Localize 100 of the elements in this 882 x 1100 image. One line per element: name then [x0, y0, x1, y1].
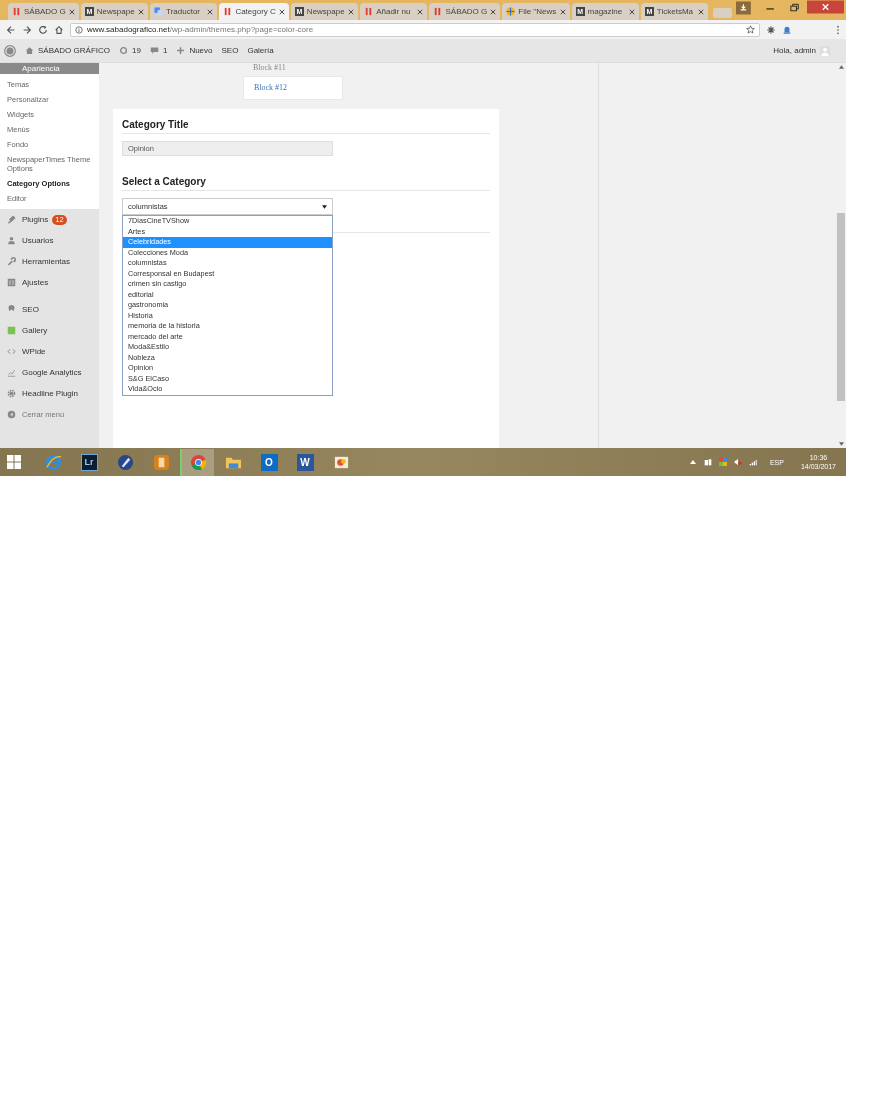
menu-label: WPide — [22, 347, 46, 356]
section-heading: Select a Category — [122, 176, 490, 191]
bars-icon — [12, 7, 21, 16]
browser-tab[interactable]: Añadir nu — [360, 3, 428, 20]
tab-title: File "News — [518, 7, 557, 16]
scroll-down-icon[interactable] — [838, 442, 844, 446]
star-icon[interactable] — [746, 25, 755, 34]
code-icon — [7, 347, 16, 356]
close-icon[interactable] — [806, 0, 845, 14]
block-link[interactable]: Block #12 — [243, 76, 343, 100]
wordpress-logo-icon[interactable] — [4, 44, 16, 57]
menu-item[interactable]: Gallery — [0, 320, 99, 341]
close-icon[interactable] — [490, 8, 497, 15]
menu-item[interactable]: Headline Plugin — [0, 383, 99, 404]
windows-start-icon[interactable] — [6, 454, 22, 470]
browser-tab[interactable]: Category C — [219, 3, 289, 20]
menu-label: Headline Plugin — [22, 389, 79, 398]
seo-icon — [7, 305, 16, 314]
extension-icon[interactable] — [766, 24, 776, 35]
menu-item[interactable]: Herramientas — [0, 251, 99, 272]
taskbar-app[interactable]: W — [288, 448, 322, 476]
square-icon — [7, 326, 16, 335]
home-icon — [25, 46, 34, 55]
close-icon[interactable] — [138, 8, 145, 15]
tab-title: magazine — [587, 7, 624, 16]
updates-link[interactable]: 19 — [119, 46, 141, 55]
bars-icon — [223, 7, 233, 16]
tab-title: SÁBADO G — [445, 7, 488, 16]
close-icon[interactable] — [348, 8, 355, 15]
menu-label: Gallery — [22, 326, 48, 335]
wrench-icon — [7, 257, 16, 266]
reload-icon[interactable] — [38, 24, 48, 35]
url-text: www.sabadografico.net/wp-admin/themes.php?page=color-core — [87, 25, 315, 34]
close-icon[interactable] — [278, 8, 285, 15]
browser-tab[interactable]: Traductor — [150, 3, 218, 20]
menu-item[interactable]: Ajustes — [0, 272, 99, 293]
user-icon — [7, 236, 16, 245]
chrome-icon — [189, 453, 207, 471]
menu-label: SEO — [22, 305, 39, 314]
tab-title: Category C — [235, 7, 276, 16]
bars-icon — [364, 7, 374, 16]
admin-bar-link[interactable]: Galería — [247, 46, 274, 55]
menu-label: Herramientas — [22, 257, 70, 266]
app-icon: Lr — [80, 453, 98, 471]
menu-label: Ajustes — [22, 278, 49, 287]
pen-icon — [116, 453, 134, 471]
tab-title: Newspape — [306, 7, 346, 16]
bars-icon — [433, 7, 443, 16]
admin-bar-link[interactable]: SEO — [221, 46, 239, 55]
sliders-icon — [7, 278, 16, 287]
signal-icon[interactable] — [748, 458, 757, 466]
close-icon[interactable] — [417, 8, 424, 15]
browser-tab[interactable]: SÁBADO G — [8, 3, 79, 20]
bell-icon[interactable] — [782, 24, 792, 35]
close-icon[interactable] — [207, 8, 214, 15]
chart-icon — [7, 368, 16, 377]
plug-icon — [7, 215, 16, 224]
browser-tab[interactable]: SÁBADO G — [429, 3, 501, 20]
menu-item[interactable]: Google Analytics — [0, 362, 99, 383]
tab-title: Newspape — [96, 7, 136, 16]
caret-icon — [322, 204, 327, 209]
globe-icon — [506, 7, 516, 16]
info-icon — [75, 25, 83, 34]
menu-label: Usuarios — [22, 236, 54, 245]
download-icon[interactable] — [735, 1, 751, 15]
comments-link[interactable]: 1 — [149, 46, 168, 55]
section-heading: Category Title — [122, 119, 490, 134]
menu-item[interactable]: WPide — [0, 341, 99, 362]
tab-title: Traductor — [166, 7, 202, 16]
address-bar[interactable]: www.sabadografico.net/wp-admin/themes.php?page=color-core — [70, 22, 760, 37]
browser-tab[interactable]: File "News — [502, 3, 570, 20]
scrollbar[interactable] — [836, 63, 846, 448]
network-adapter-icon[interactable] — [703, 458, 712, 466]
menu-item[interactable]: Usuarios — [0, 230, 99, 251]
back-icon[interactable] — [6, 24, 16, 35]
tab-title: TicketsMa — [656, 7, 694, 16]
site-link[interactable]: SÁBADO GRÁFICO — [25, 46, 110, 55]
menu-icon[interactable] — [836, 24, 840, 35]
volume-muted-icon[interactable] — [733, 458, 742, 466]
menu-label: Google Analytics — [22, 368, 82, 377]
tab-title: Añadir nu — [376, 7, 412, 16]
close-icon[interactable] — [559, 8, 566, 15]
forward-icon[interactable] — [22, 24, 32, 35]
translate-icon — [154, 7, 164, 16]
app-icon: W — [296, 453, 314, 471]
scroll-up-icon[interactable] — [838, 65, 844, 69]
taskbar-app[interactable]: O — [252, 448, 286, 476]
browser-icon — [44, 453, 62, 471]
close-icon[interactable] — [698, 8, 705, 15]
gear-icon — [7, 389, 16, 398]
menu-item[interactable]: SEO — [0, 299, 99, 320]
taskbar-app[interactable]: Lr — [72, 448, 106, 476]
caret-up-icon[interactable] — [688, 458, 697, 466]
close-icon[interactable] — [68, 8, 75, 15]
close-icon[interactable] — [628, 8, 635, 15]
home-icon[interactable] — [54, 24, 64, 35]
refresh-icon — [119, 46, 128, 55]
account-link[interactable]: Hola, admin — [773, 46, 816, 55]
clipboard-icon — [152, 453, 170, 471]
new-link[interactable]: Nuevo — [176, 46, 213, 55]
